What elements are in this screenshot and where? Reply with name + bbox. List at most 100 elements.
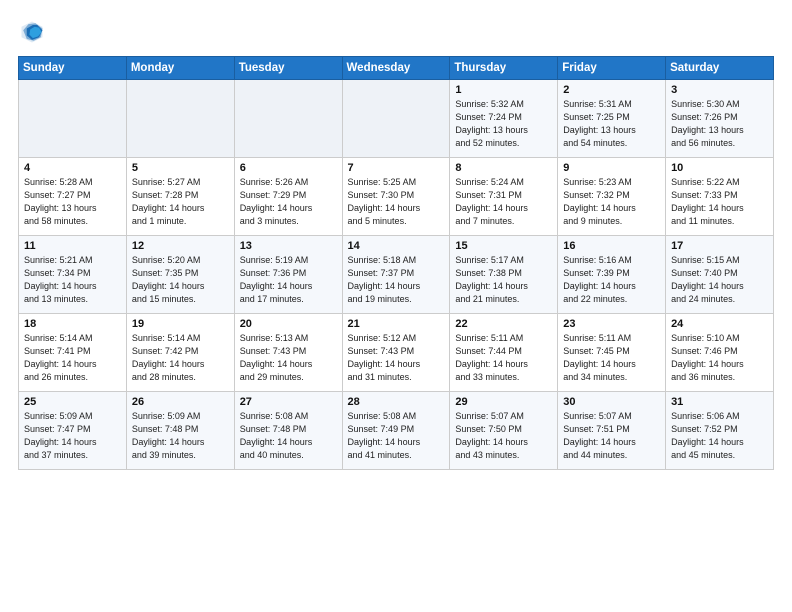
day-info: Sunrise: 5:24 AM Sunset: 7:31 PM Dayligh… (455, 176, 553, 228)
day-number: 30 (563, 396, 661, 408)
day-info: Sunrise: 5:20 AM Sunset: 7:35 PM Dayligh… (132, 254, 230, 306)
calendar-cell: 6 Sunrise: 5:26 AM Sunset: 7:29 PM Daylig… (234, 158, 342, 236)
day-info: Sunrise: 5:06 AM Sunset: 7:52 PM Dayligh… (671, 410, 769, 462)
day-info: Sunrise: 5:09 AM Sunset: 7:47 PM Dayligh… (24, 410, 122, 462)
day-info: Sunrise: 5:16 AM Sunset: 7:39 PM Dayligh… (563, 254, 661, 306)
day-number: 1 (455, 84, 553, 96)
calendar-cell: 3 Sunrise: 5:30 AM Sunset: 7:26 PM Daylig… (666, 80, 774, 158)
day-number: 31 (671, 396, 769, 408)
calendar-cell (342, 80, 450, 158)
day-number: 3 (671, 84, 769, 96)
calendar-cell: 19 Sunrise: 5:14 AM Sunset: 7:42 PM Dayli… (126, 314, 234, 392)
day-number: 23 (563, 318, 661, 330)
day-info: Sunrise: 5:10 AM Sunset: 7:46 PM Dayligh… (671, 332, 769, 384)
calendar-cell: 15 Sunrise: 5:17 AM Sunset: 7:38 PM Dayli… (450, 236, 558, 314)
weekday-header: Sunday (19, 57, 127, 80)
day-number: 10 (671, 162, 769, 174)
calendar-cell: 16 Sunrise: 5:16 AM Sunset: 7:39 PM Dayli… (558, 236, 666, 314)
calendar-cell: 11 Sunrise: 5:21 AM Sunset: 7:34 PM Dayli… (19, 236, 127, 314)
day-info: Sunrise: 5:32 AM Sunset: 7:24 PM Dayligh… (455, 98, 553, 150)
calendar-cell: 12 Sunrise: 5:20 AM Sunset: 7:35 PM Dayli… (126, 236, 234, 314)
calendar-cell: 1 Sunrise: 5:32 AM Sunset: 7:24 PM Daylig… (450, 80, 558, 158)
calendar-cell: 24 Sunrise: 5:10 AM Sunset: 7:46 PM Dayli… (666, 314, 774, 392)
calendar-cell: 20 Sunrise: 5:13 AM Sunset: 7:43 PM Dayli… (234, 314, 342, 392)
day-number: 13 (240, 240, 338, 252)
calendar-cell: 9 Sunrise: 5:23 AM Sunset: 7:32 PM Daylig… (558, 158, 666, 236)
calendar-cell: 5Sunrise: 5:27 AM Sunset: 7:28 PM Daylig… (126, 158, 234, 236)
day-info: Sunrise: 5:21 AM Sunset: 7:34 PM Dayligh… (24, 254, 122, 306)
calendar-page: SundayMondayTuesdayWednesdayThursdayFrid… (0, 0, 792, 480)
day-info: Sunrise: 5:27 AM Sunset: 7:28 PM Dayligh… (132, 176, 230, 228)
calendar-header: SundayMondayTuesdayWednesdayThursdayFrid… (19, 57, 774, 80)
day-number: 4 (24, 162, 122, 174)
day-info: Sunrise: 5:25 AM Sunset: 7:30 PM Dayligh… (348, 176, 446, 228)
logo-icon (18, 18, 46, 46)
calendar-cell: 2 Sunrise: 5:31 AM Sunset: 7:25 PM Daylig… (558, 80, 666, 158)
day-number: 15 (455, 240, 553, 252)
day-info: Sunrise: 5:07 AM Sunset: 7:50 PM Dayligh… (455, 410, 553, 462)
calendar-cell: 21Sunrise: 5:12 AM Sunset: 7:43 PM Dayli… (342, 314, 450, 392)
day-number: 19 (132, 318, 230, 330)
calendar-cell: 8 Sunrise: 5:24 AM Sunset: 7:31 PM Daylig… (450, 158, 558, 236)
day-number: 28 (348, 396, 446, 408)
calendar-cell: 17 Sunrise: 5:15 AM Sunset: 7:40 PM Dayli… (666, 236, 774, 314)
day-number: 20 (240, 318, 338, 330)
day-info: Sunrise: 5:11 AM Sunset: 7:44 PM Dayligh… (455, 332, 553, 384)
calendar-cell: 31 Sunrise: 5:06 AM Sunset: 7:52 PM Dayli… (666, 392, 774, 470)
weekday-header: Saturday (666, 57, 774, 80)
day-info: Sunrise: 5:09 AM Sunset: 7:48 PM Dayligh… (132, 410, 230, 462)
day-info: Sunrise: 5:31 AM Sunset: 7:25 PM Dayligh… (563, 98, 661, 150)
weekday-header: Wednesday (342, 57, 450, 80)
day-number: 2 (563, 84, 661, 96)
weekday-header: Thursday (450, 57, 558, 80)
day-info: Sunrise: 5:17 AM Sunset: 7:38 PM Dayligh… (455, 254, 553, 306)
day-number: 22 (455, 318, 553, 330)
calendar-cell: 14Sunrise: 5:18 AM Sunset: 7:37 PM Dayli… (342, 236, 450, 314)
header (18, 18, 774, 46)
day-number: 12 (132, 240, 230, 252)
logo (18, 18, 50, 46)
day-info: Sunrise: 5:13 AM Sunset: 7:43 PM Dayligh… (240, 332, 338, 384)
day-info: Sunrise: 5:26 AM Sunset: 7:29 PM Dayligh… (240, 176, 338, 228)
calendar-cell (234, 80, 342, 158)
weekday-header: Monday (126, 57, 234, 80)
day-info: Sunrise: 5:30 AM Sunset: 7:26 PM Dayligh… (671, 98, 769, 150)
calendar-cell: 28Sunrise: 5:08 AM Sunset: 7:49 PM Dayli… (342, 392, 450, 470)
weekday-header: Tuesday (234, 57, 342, 80)
calendar-cell: 10Sunrise: 5:22 AM Sunset: 7:33 PM Dayli… (666, 158, 774, 236)
day-number: 27 (240, 396, 338, 408)
calendar-cell: 13 Sunrise: 5:19 AM Sunset: 7:36 PM Dayli… (234, 236, 342, 314)
day-info: Sunrise: 5:14 AM Sunset: 7:41 PM Dayligh… (24, 332, 122, 384)
day-number: 26 (132, 396, 230, 408)
day-number: 16 (563, 240, 661, 252)
calendar-table: SundayMondayTuesdayWednesdayThursdayFrid… (18, 56, 774, 470)
day-number: 9 (563, 162, 661, 174)
day-info: Sunrise: 5:12 AM Sunset: 7:43 PM Dayligh… (348, 332, 446, 384)
day-number: 17 (671, 240, 769, 252)
calendar-cell: 7Sunrise: 5:25 AM Sunset: 7:30 PM Daylig… (342, 158, 450, 236)
day-number: 25 (24, 396, 122, 408)
day-number: 18 (24, 318, 122, 330)
day-info: Sunrise: 5:18 AM Sunset: 7:37 PM Dayligh… (348, 254, 446, 306)
weekday-header: Friday (558, 57, 666, 80)
day-info: Sunrise: 5:28 AM Sunset: 7:27 PM Dayligh… (24, 176, 122, 228)
day-info: Sunrise: 5:07 AM Sunset: 7:51 PM Dayligh… (563, 410, 661, 462)
calendar-cell: 4 Sunrise: 5:28 AM Sunset: 7:27 PM Daylig… (19, 158, 127, 236)
calendar-cell: 26 Sunrise: 5:09 AM Sunset: 7:48 PM Dayli… (126, 392, 234, 470)
day-info: Sunrise: 5:08 AM Sunset: 7:48 PM Dayligh… (240, 410, 338, 462)
day-info: Sunrise: 5:15 AM Sunset: 7:40 PM Dayligh… (671, 254, 769, 306)
day-info: Sunrise: 5:23 AM Sunset: 7:32 PM Dayligh… (563, 176, 661, 228)
day-number: 8 (455, 162, 553, 174)
day-info: Sunrise: 5:19 AM Sunset: 7:36 PM Dayligh… (240, 254, 338, 306)
day-number: 24 (671, 318, 769, 330)
calendar-cell (19, 80, 127, 158)
day-info: Sunrise: 5:11 AM Sunset: 7:45 PM Dayligh… (563, 332, 661, 384)
calendar-cell: 25 Sunrise: 5:09 AM Sunset: 7:47 PM Dayli… (19, 392, 127, 470)
calendar-cell: 30 Sunrise: 5:07 AM Sunset: 7:51 PM Dayli… (558, 392, 666, 470)
day-number: 11 (24, 240, 122, 252)
calendar-cell: 22 Sunrise: 5:11 AM Sunset: 7:44 PM Dayli… (450, 314, 558, 392)
day-info: Sunrise: 5:14 AM Sunset: 7:42 PM Dayligh… (132, 332, 230, 384)
day-number: 6 (240, 162, 338, 174)
calendar-cell: 29 Sunrise: 5:07 AM Sunset: 7:50 PM Dayli… (450, 392, 558, 470)
day-number: 29 (455, 396, 553, 408)
